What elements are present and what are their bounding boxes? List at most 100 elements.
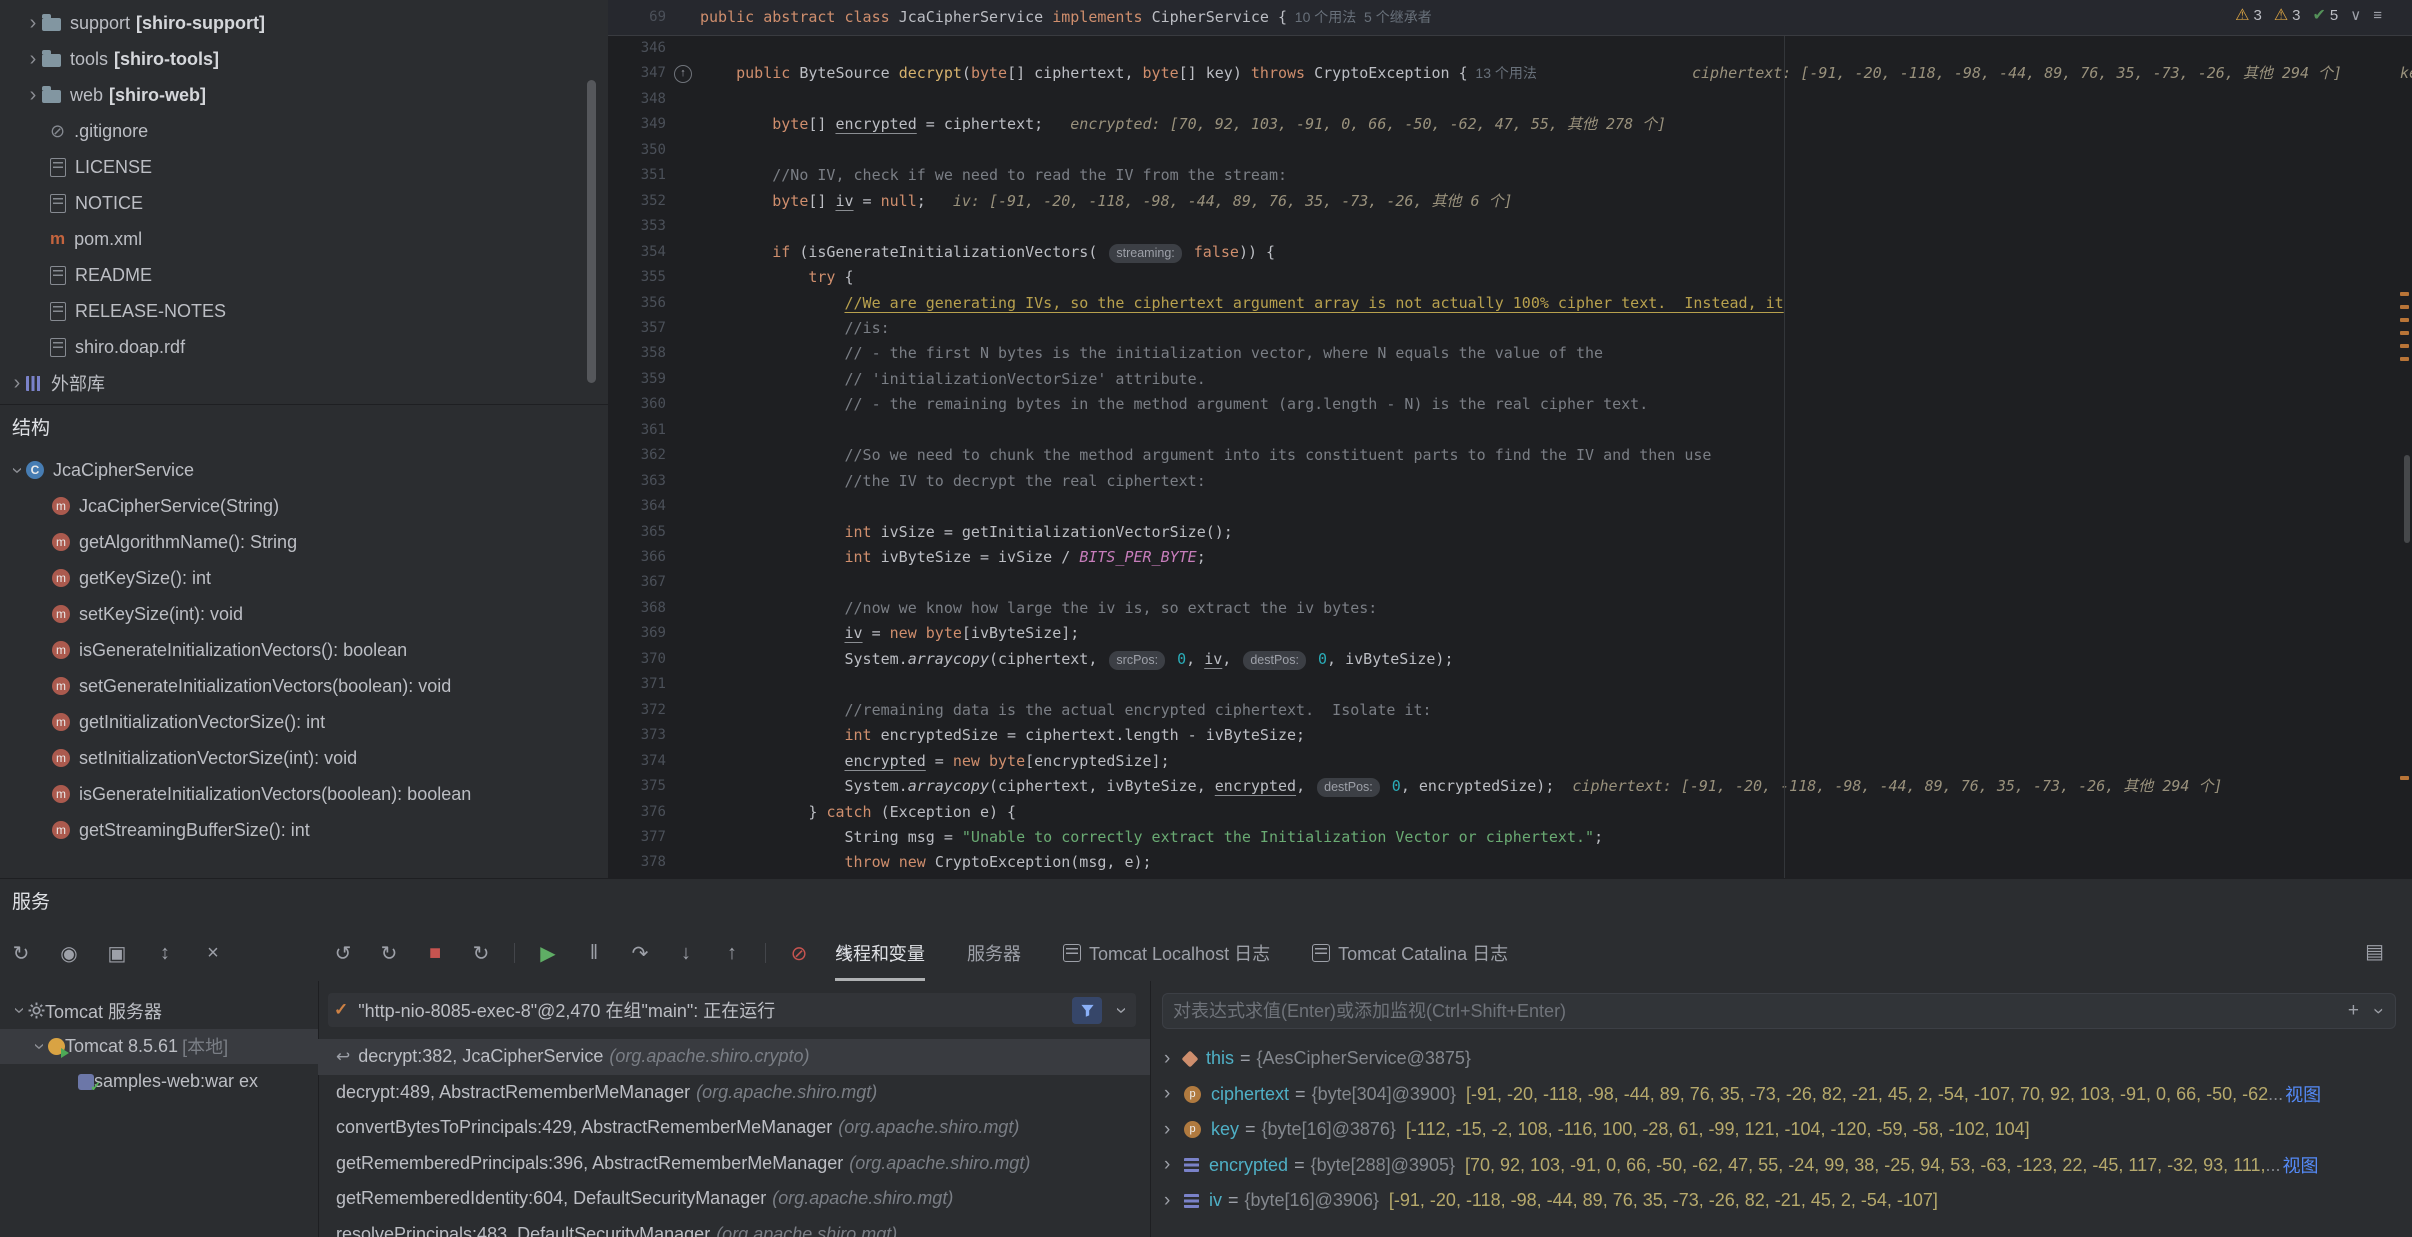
add-watch-icon[interactable]: + [2348,1000,2359,1022]
code-line[interactable]: 361 [608,418,2412,443]
watch-icon[interactable]: ◉ [56,941,82,966]
chevron-right-icon[interactable]: › [8,372,26,395]
code-line[interactable]: 364 [608,494,2412,519]
chevron-right-icon[interactable]: › [1164,1190,1184,1212]
step-into-icon[interactable]: ↓ [673,942,699,965]
line-number[interactable]: 69 [608,0,666,35]
close-icon[interactable]: × [200,942,226,965]
variable-row[interactable]: ›pciphertext={byte[304]@3900}[-91, -20, … [1150,1077,2412,1113]
line-number[interactable]: 356 [608,291,666,316]
sticky-header-line[interactable]: 69public abstract class JcaCipherService… [608,0,2412,36]
stripe-mark[interactable] [2400,331,2409,335]
code-line[interactable]: 359 // 'initializationVectorSize' attrib… [608,367,2412,392]
structure-method-item[interactable]: misGenerateInitializationVectors(boolean… [0,776,608,812]
line-number[interactable]: 360 [608,392,666,417]
stack-frame-row[interactable]: ↩decrypt:382, JcaCipherService(org.apach… [318,1039,1150,1075]
chevron-expanded-icon[interactable]: › [8,1002,31,1020]
project-tree-item[interactable]: ›support[shiro-support] [0,5,608,41]
structure-method-item[interactable]: msetGenerateInitializationVectors(boolea… [0,668,608,704]
code-line[interactable]: 365 int ivSize = getInitializationVector… [608,520,2412,545]
stack-frame-row[interactable]: getRememberedPrincipals:396, AbstractRem… [318,1146,1150,1182]
variable-row[interactable]: ›encrypted={byte[288]@3905}[70, 92, 103,… [1150,1148,2412,1184]
services-tree-item[interactable]: ›Tomcat 服务器 [0,993,318,1029]
code-line[interactable]: 374 encrypted = new byte[encryptedSize]; [608,749,2412,774]
code-line[interactable]: 346 [608,36,2412,61]
stripe-mark[interactable] [2400,305,2409,309]
code-line[interactable]: 352 byte[] iv = null; iv: [-91, -20, -11… [608,189,2412,214]
services-tree-item[interactable]: ›Tomcat 8.5.61[本地] [0,1029,318,1065]
line-number[interactable]: 370 [608,647,666,672]
inspections-menu-icon[interactable]: ≡ [2373,7,2382,24]
variable-row[interactable]: ›this={AesCipherService@3875} [1150,1041,2412,1077]
line-number[interactable]: 372 [608,698,666,723]
rerun-icon[interactable]: ↺ [330,941,356,966]
line-number[interactable]: 351 [608,163,666,188]
stripe-mark[interactable] [2400,776,2409,780]
line-number[interactable]: 368 [608,596,666,621]
project-tree-item[interactable]: shiro.doap.rdf [0,329,608,365]
code-line[interactable]: 363 //the IV to decrypt the real ciphert… [608,469,2412,494]
variable-row[interactable]: ›pkey={byte[16]@3876}[-112, -15, -2, 108… [1150,1112,2412,1148]
hide-frames-filter-button[interactable] [1072,997,1102,1024]
code-line[interactable]: 375 System.arraycopy(ciphertext, ivByteS… [608,774,2412,799]
line-number[interactable]: 348 [608,87,666,112]
implements-method-icon[interactable]: ↑ [674,65,692,83]
code-line[interactable]: 357 //is: [608,316,2412,341]
code-editor[interactable]: 346347↑ public ByteSource decrypt(byte[]… [608,0,2412,878]
code-line[interactable]: 376 } catch (Exception e) { [608,800,2412,825]
line-number[interactable]: 363 [608,469,666,494]
inspections-widget[interactable]: ⚠ 3 ⚠ 3 ✔ 5 ∨ ≡ [2235,5,2382,25]
code-line[interactable]: 362 //So we need to chunk the method arg… [608,443,2412,468]
code-line[interactable]: 354 if (isGenerateInitializationVectors(… [608,240,2412,265]
structure-method-item[interactable]: mJcaCipherService(String) [0,488,608,524]
variable-row[interactable]: ›iv={byte[16]@3906}[-91, -20, -118, -98,… [1150,1183,2412,1219]
thread-selector[interactable]: ✓ "http-nio-8085-exec-8"@2,470 在组"main":… [328,993,1136,1027]
structure-class-item[interactable]: ›CJcaCipherService [0,452,608,488]
project-tree-item[interactable]: NOTICE [0,185,608,221]
line-number[interactable]: 376 [608,800,666,825]
evaluate-chevron-icon[interactable]: › [2367,1002,2389,1020]
resume-icon[interactable]: ▶ [535,941,561,966]
warning-badge[interactable]: ⚠ 3 [2235,5,2262,25]
code-line[interactable]: 360 // - the remaining bytes in the meth… [608,392,2412,417]
line-number[interactable]: 354 [608,240,666,265]
step-out-icon[interactable]: ↑ [719,942,745,965]
mute-breakpoints-icon[interactable]: ⊘ [786,941,812,966]
code-line[interactable]: 353 [608,214,2412,239]
line-number[interactable]: 366 [608,545,666,570]
editor-scrollbar-thumb[interactable] [2404,455,2410,543]
stack-frame-row[interactable]: convertBytesToPrincipals:429, AbstractRe… [318,1110,1150,1146]
code-line[interactable]: 347↑ public ByteSource decrypt(byte[] ci… [608,61,2412,86]
tab-服务器[interactable]: 服务器 [967,925,1021,981]
line-number[interactable]: 355 [608,265,666,290]
restart-server-icon[interactable]: ↻ [468,941,494,966]
project-tree-item[interactable]: ›web[shiro-web] [0,77,608,113]
expand-collapse-icon[interactable]: ↕ [152,942,178,965]
code-line[interactable]: 377 String msg = "Unable to correctly ex… [608,825,2412,850]
passed-badge[interactable]: ✔ 5 [2313,5,2339,25]
chevron-expanded-icon[interactable]: › [6,461,29,479]
structure-method-item[interactable]: misGenerateInitializationVectors(): bool… [0,632,608,668]
structure-method-item[interactable]: mgetStreamingBufferSize(): int [0,812,608,848]
code-line[interactable]: 349 byte[] encrypted = ciphertext; encry… [608,112,2412,137]
stripe-mark[interactable] [2400,344,2409,348]
structure-method-item[interactable]: mgetAlgorithmName(): String [0,524,608,560]
code-line[interactable]: 350 [608,138,2412,163]
chevron-right-icon[interactable]: › [1164,1083,1184,1105]
chevron-right-icon[interactable]: › [1164,1119,1184,1141]
stripe-mark[interactable] [2400,318,2409,322]
code-line[interactable]: 372 //remaining data is the actual encry… [608,698,2412,723]
structure-method-item[interactable]: mgetInitializationVectorSize(): int [0,704,608,740]
code-line[interactable]: 356 //We are generating IVs, so the ciph… [608,291,2412,316]
code-line[interactable]: 348 [608,87,2412,112]
thread-dropdown-chevron-icon[interactable]: › [1110,1001,1133,1019]
line-number[interactable]: 361 [608,418,666,443]
code-line[interactable]: 355 try { [608,265,2412,290]
inspections-chevron-icon[interactable]: ∨ [2350,6,2361,24]
code-line[interactable]: 373 int encryptedSize = ciphertext.lengt… [608,723,2412,748]
structure-method-item[interactable]: mgetKeySize(): int [0,560,608,596]
project-tree-item[interactable]: ›tools[shiro-tools] [0,41,608,77]
step-over-icon[interactable]: ↷ [627,941,653,966]
line-number[interactable]: 365 [608,520,666,545]
layout-settings-icon[interactable]: ▤ [2365,939,2384,964]
